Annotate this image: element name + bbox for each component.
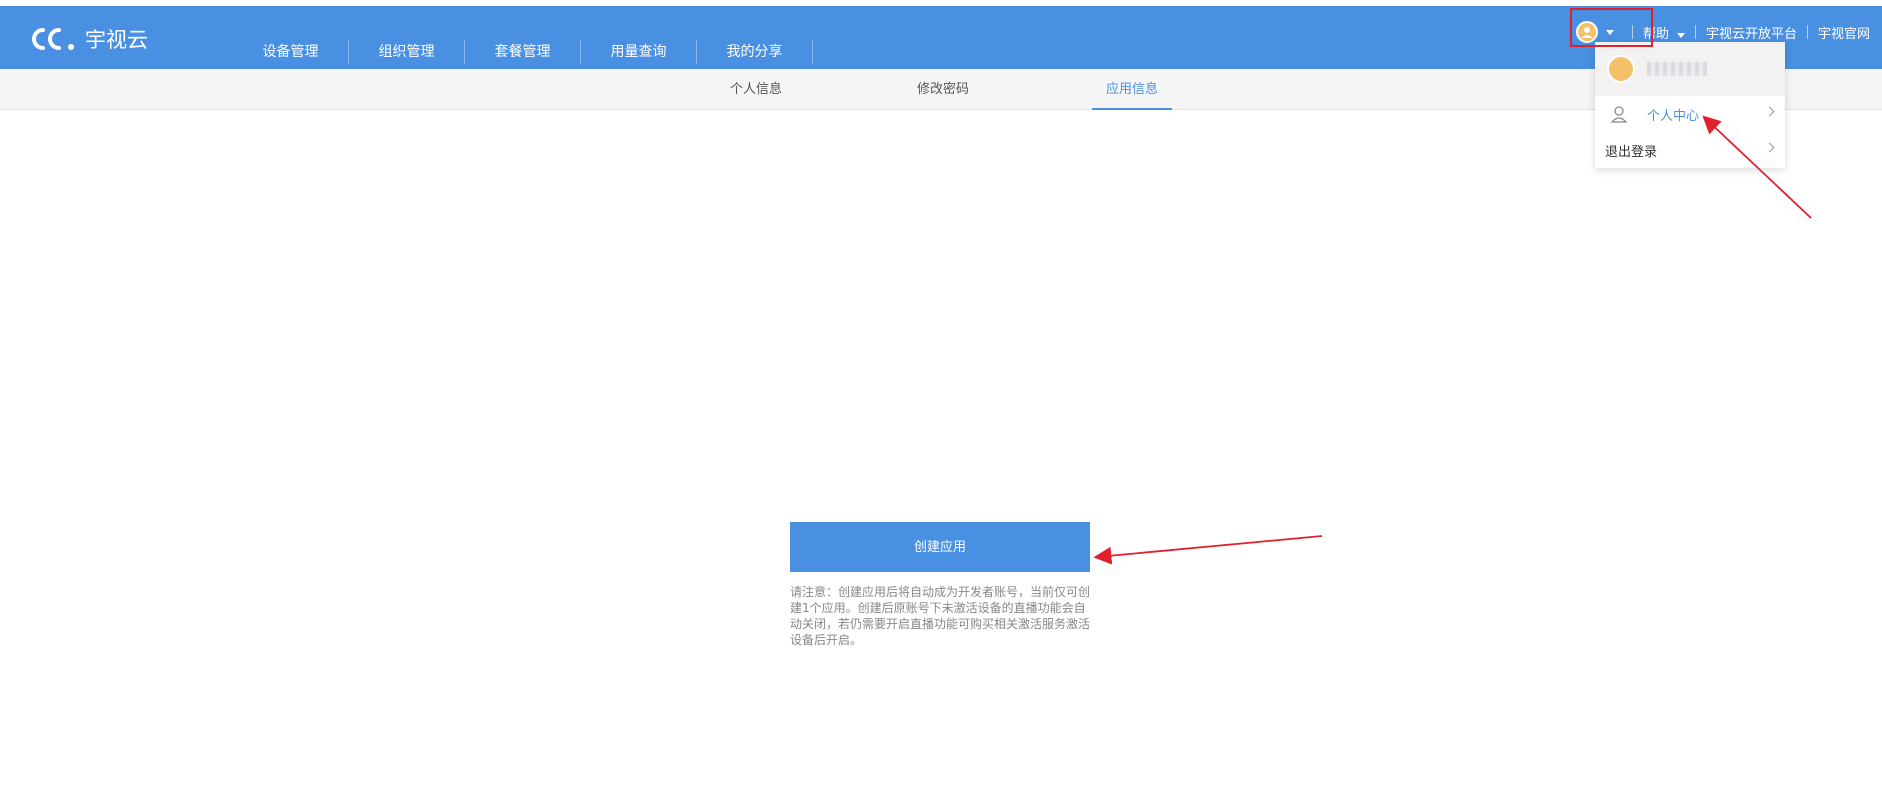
cloud-logo-icon (32, 28, 74, 50)
nav-usage-query[interactable]: 用量查询 (581, 40, 697, 64)
chevron-right-icon (1764, 106, 1775, 117)
official-site-link[interactable]: 宇视官网 (1818, 23, 1870, 42)
chevron-right-icon (1764, 142, 1775, 153)
main-nav: 设备管理 组织管理 套餐管理 用量查询 我的分享 (233, 40, 813, 64)
brand-name: 宇视云 (85, 28, 148, 52)
nav-package-management[interactable]: 套餐管理 (465, 40, 581, 64)
nav-my-shares[interactable]: 我的分享 (697, 40, 813, 64)
annotation-arrow-to-create-button (1093, 535, 1323, 565)
brand-logo[interactable]: 宇视云 (29, 24, 148, 54)
personal-center-item[interactable]: 个人中心 (1595, 96, 1785, 132)
logout-label: 退出登录 (1605, 144, 1658, 160)
user-avatar-icon (1607, 55, 1635, 83)
blurred-username (1647, 62, 1707, 76)
divider (1806, 25, 1808, 39)
tab-change-password[interactable]: 修改密码 (903, 69, 983, 110)
nav-device-management[interactable]: 设备管理 (233, 40, 349, 64)
user-dropdown: 个人中心 退出登录 (1595, 42, 1785, 168)
personal-center-label: 个人中心 (1647, 108, 1700, 124)
divider (1694, 25, 1696, 39)
dropdown-user-header (1595, 42, 1785, 96)
create-app-button[interactable]: 创建应用 (790, 522, 1090, 572)
annotation-highlight-box (1570, 8, 1653, 47)
nav-organization-management[interactable]: 组织管理 (349, 40, 465, 64)
person-icon (1610, 106, 1628, 123)
create-app-notice: 请注意：创建应用后将自动成为开发者账号，当前仅可创建1个应用。创建后原账号下未激… (790, 585, 1091, 647)
tab-app-info[interactable]: 应用信息 (1092, 69, 1172, 110)
open-platform-link[interactable]: 宇视云开放平台 (1706, 23, 1797, 42)
logout-item[interactable]: 退出登录 (1595, 132, 1785, 168)
tab-personal-info[interactable]: 个人信息 (716, 69, 796, 110)
chevron-down-icon (1676, 32, 1685, 38)
